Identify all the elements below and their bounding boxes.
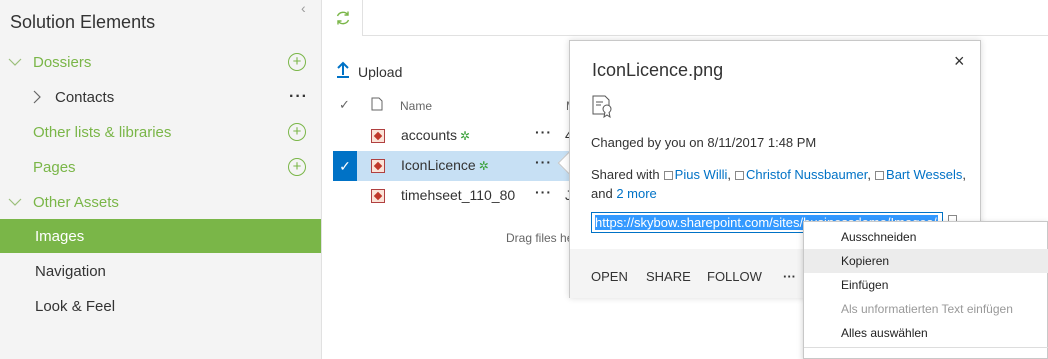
- image-file-icon: [371, 129, 385, 143]
- share-button[interactable]: SHARE: [646, 269, 691, 284]
- file-name-link[interactable]: accounts ✲: [401, 127, 470, 143]
- chevron-down-icon[interactable]: [8, 195, 22, 209]
- collapse-sidebar-icon[interactable]: ‹: [301, 0, 306, 16]
- context-menu: Ausschneiden Kopieren Einfügen Als unfor…: [803, 221, 1048, 359]
- table-row[interactable]: ✓ IconLicence ✲ ···: [333, 151, 573, 181]
- sidebar-item-other-lists[interactable]: Other lists & libraries +: [0, 115, 321, 149]
- callout-title: IconLicence.png: [592, 60, 724, 80]
- sidebar-item-label: Navigation: [35, 262, 106, 280]
- menu-item-paste[interactable]: Einfügen: [804, 273, 1048, 297]
- chevron-down-icon[interactable]: [8, 55, 22, 69]
- sidebar-item-images[interactable]: Images: [0, 219, 321, 253]
- sidebar-item-label: Dossiers: [33, 53, 92, 71]
- certificate-icon: [592, 95, 612, 118]
- image-file-icon: [371, 189, 385, 203]
- file-name-link[interactable]: timehseet_110_80: [401, 187, 515, 203]
- refresh-button[interactable]: [323, 0, 363, 36]
- more-options-icon[interactable]: ···: [535, 154, 552, 170]
- row-checkbox[interactable]: [333, 121, 357, 151]
- sidebar-item-navigation[interactable]: Navigation: [0, 254, 321, 288]
- file-type-icon: [371, 97, 383, 111]
- add-icon[interactable]: +: [288, 123, 306, 141]
- changed-by-text: Changed by you on 8/11/2017 1:48 PM: [591, 135, 817, 150]
- command-bar: [323, 0, 1048, 36]
- site-title: Solution Elements: [10, 12, 156, 32]
- menu-item-paste-plain[interactable]: Als unformatierten Text einfügen: [804, 297, 1048, 321]
- add-icon[interactable]: +: [288, 158, 306, 176]
- row-checkbox[interactable]: [333, 181, 357, 211]
- drag-files-hint: Drag files he: [506, 231, 574, 245]
- person-link[interactable]: Pius Willi: [675, 167, 728, 182]
- table-row[interactable]: accounts✲ ··· 4: [333, 121, 573, 151]
- navigation-sidebar: Solution Elements ‹ Dossiers + Contacts …: [0, 0, 322, 359]
- sidebar-item-label: Pages: [33, 158, 76, 176]
- sidebar-item-label: Images: [35, 227, 85, 245]
- sidebar-item-dossiers[interactable]: Dossiers +: [0, 45, 321, 79]
- more-options-icon[interactable]: ···: [535, 184, 552, 200]
- column-header-name[interactable]: Name: [400, 99, 432, 113]
- refresh-icon: [336, 11, 349, 25]
- sidebar-item-label: Look & Feel: [35, 297, 116, 315]
- upload-icon: [336, 60, 350, 83]
- person-icon: [663, 171, 673, 180]
- more-options-icon[interactable]: ···: [535, 124, 552, 140]
- menu-item-copy[interactable]: Kopieren: [804, 249, 1048, 273]
- sidebar-item-label: Other lists & libraries: [33, 123, 172, 141]
- person-icon: [875, 171, 885, 180]
- new-item-icon: ✲: [478, 159, 489, 173]
- sidebar-item-other-assets[interactable]: Other Assets: [0, 185, 321, 219]
- file-name-link[interactable]: IconLicence ✲: [401, 157, 489, 173]
- select-all-checkmark-icon[interactable]: ✓: [339, 97, 350, 113]
- list-header: ✓ Name M: [333, 95, 576, 115]
- add-icon[interactable]: +: [288, 53, 306, 71]
- menu-item-cut[interactable]: Ausschneiden: [804, 225, 1048, 249]
- chevron-right-icon[interactable]: [30, 90, 44, 104]
- sidebar-item-contacts[interactable]: Contacts ···: [0, 80, 321, 114]
- image-file-icon: [371, 159, 385, 173]
- shared-with-text: Shared with Pius Willi, Christof Nussbaume…: [591, 167, 966, 201]
- new-item-icon: ✲: [460, 129, 471, 143]
- more-options-icon[interactable]: ···: [289, 88, 308, 106]
- person-link[interactable]: Christof Nussbaumer: [746, 167, 867, 182]
- more-people-link[interactable]: 2 more: [616, 186, 656, 201]
- more-actions-button[interactable]: ···: [783, 269, 796, 284]
- follow-button[interactable]: FOLLOW: [707, 269, 762, 284]
- sidebar-item-look-feel[interactable]: Look & Feel: [0, 289, 321, 323]
- menu-divider: [804, 347, 1048, 348]
- upload-button[interactable]: Upload: [336, 60, 402, 83]
- close-icon[interactable]: ×: [954, 51, 965, 72]
- person-link[interactable]: Bart Wessels: [886, 167, 962, 182]
- table-row[interactable]: timehseet_110_80 ··· J: [333, 181, 573, 211]
- sidebar-item-pages[interactable]: Pages +: [0, 150, 321, 184]
- row-checkbox[interactable]: ✓: [333, 151, 357, 181]
- sidebar-item-label: Other Assets: [33, 193, 119, 211]
- sidebar-item-label: Contacts: [55, 88, 115, 106]
- person-icon: [735, 171, 745, 180]
- upload-label: Upload: [358, 63, 403, 80]
- open-button[interactable]: OPEN: [591, 269, 628, 284]
- menu-item-select-all[interactable]: Alles auswählen: [804, 321, 1048, 345]
